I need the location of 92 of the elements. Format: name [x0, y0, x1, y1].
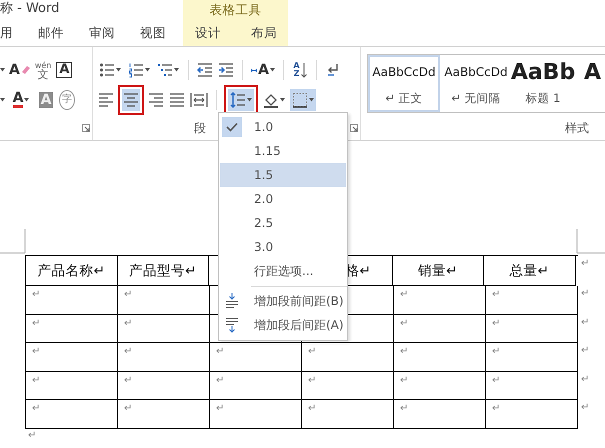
- font-color-button[interactable]: A: [8, 89, 34, 111]
- table-cell: ↵: [26, 372, 118, 400]
- check-icon: [226, 122, 238, 132]
- align-right-icon: [148, 92, 164, 108]
- table-cell: ↵: [210, 372, 302, 400]
- enclosed-char-button[interactable]: 字: [58, 89, 76, 111]
- border-grid-icon: [292, 92, 308, 108]
- row-end-mark: ↵: [581, 374, 590, 384]
- table-cell: ↵: [26, 400, 118, 428]
- table-cell: ↵: [210, 400, 302, 428]
- table-cell: ↵: [26, 343, 118, 372]
- column-header: 销量↵: [392, 256, 484, 286]
- style-option[interactable]: A: [574, 55, 605, 112]
- align-center-icon: [123, 92, 139, 108]
- ribbon-tab[interactable]: 审阅: [89, 24, 115, 42]
- bullet-list-icon: [99, 62, 115, 78]
- menu-item[interactable]: 增加段前间距(B): [220, 289, 346, 313]
- table-cell: ↵: [486, 372, 578, 400]
- column-header: 总量↵: [484, 256, 576, 286]
- column-header: 产品名称↵: [26, 256, 118, 286]
- paint-bucket-icon: [263, 92, 279, 108]
- align-left-icon: [98, 92, 114, 108]
- group-label: 样式: [565, 120, 589, 137]
- char-border-button[interactable]: A: [55, 59, 74, 81]
- distribute-icon: [190, 92, 208, 108]
- menu-item[interactable]: 1.15: [220, 139, 346, 163]
- column-header: 产品型号↵: [118, 256, 209, 286]
- phonetic-button[interactable]: wén 文: [34, 59, 52, 81]
- multilevel-list-icon: [157, 62, 173, 78]
- table-cell: ↵: [26, 314, 118, 343]
- table-cell: ↵: [302, 400, 394, 428]
- ribbon-tab[interactable]: 邮件: [38, 24, 64, 42]
- clear-format-button[interactable]: A: [8, 59, 31, 81]
- menu-item[interactable]: 3.0: [220, 235, 346, 259]
- row-end-mark: ↵: [581, 288, 590, 299]
- ribbon-tab[interactable]: 布局: [251, 24, 277, 42]
- borders-button[interactable]: [290, 89, 316, 111]
- table-cell: ↵: [118, 343, 210, 372]
- table-cell: ↵: [210, 343, 302, 372]
- increase-indent-icon: [218, 62, 234, 78]
- table-cell: ↵: [394, 286, 486, 314]
- window-title: 称 - Word: [0, 0, 60, 18]
- tab-group-title: 表格工具: [208, 1, 262, 19]
- table-cell: ↵: [394, 314, 486, 343]
- ribbon-tab[interactable]: 用: [0, 24, 13, 42]
- line-spacing-icon: [230, 92, 246, 108]
- justify-icon: [169, 92, 185, 108]
- sort-button[interactable]: A Z: [291, 59, 309, 81]
- ribbon-tab[interactable]: 设计: [195, 24, 221, 42]
- table-cell: ↵: [302, 343, 394, 372]
- table-cell: ↵: [394, 372, 486, 400]
- ribbon-tab[interactable]: 视图: [140, 24, 166, 42]
- menu-item[interactable]: 1.0: [220, 115, 346, 139]
- paragraph-mark: ↵: [28, 430, 36, 440]
- space-after-icon: [225, 317, 239, 333]
- row-end-mark: ↵: [581, 258, 590, 269]
- double-arrow-icon: [251, 68, 258, 72]
- style-option[interactable]: AaBbCcDd ↵ 无间隔: [440, 55, 512, 112]
- eraser-icon: [20, 65, 30, 75]
- table-cell: ↵: [486, 400, 578, 428]
- space-before-icon: [225, 293, 239, 309]
- group-label: 段: [194, 120, 206, 137]
- caret-icon: [0, 68, 5, 72]
- dialog-launcher-icon: [350, 124, 358, 132]
- table-cell: ↵: [26, 286, 118, 314]
- table-cell: ↵: [118, 372, 210, 400]
- row-end-mark: ↵: [581, 345, 590, 356]
- table-cell: ↵: [486, 286, 578, 314]
- style-option[interactable]: AaBbCcDd ↵ 正文: [368, 55, 440, 112]
- decrease-indent-icon: [197, 62, 213, 78]
- caret-icon: [0, 98, 5, 102]
- table-cell: ↵: [394, 400, 486, 428]
- align-center-button[interactable]: [122, 89, 140, 111]
- char-scaling-button[interactable]: A: [250, 59, 276, 81]
- table-cell: ↵: [118, 314, 210, 343]
- down-arrow-icon: [300, 62, 307, 78]
- table-cell: ↵: [118, 286, 210, 314]
- menu-item[interactable]: 增加段后间距(A): [220, 313, 346, 337]
- table-cell: ↵: [118, 400, 210, 428]
- row-end-mark: ↵: [581, 402, 590, 413]
- paragraph-mark-icon: [326, 62, 340, 78]
- table-cell: ↵: [486, 314, 578, 343]
- row-end-mark: ↵: [581, 316, 590, 328]
- table-cell: ↵: [486, 343, 578, 372]
- table-cell: ↵: [302, 372, 394, 400]
- menu-item[interactable]: 2.5: [220, 211, 346, 235]
- menu-item[interactable]: 1.5: [220, 163, 346, 187]
- table-cell: ↵: [394, 343, 486, 372]
- dialog-launcher-icon: [82, 124, 90, 132]
- menu-item[interactable]: 2.0: [220, 187, 346, 211]
- style-option[interactable]: AaBb 标题 1: [512, 55, 574, 112]
- numbered-list-icon: [128, 62, 144, 78]
